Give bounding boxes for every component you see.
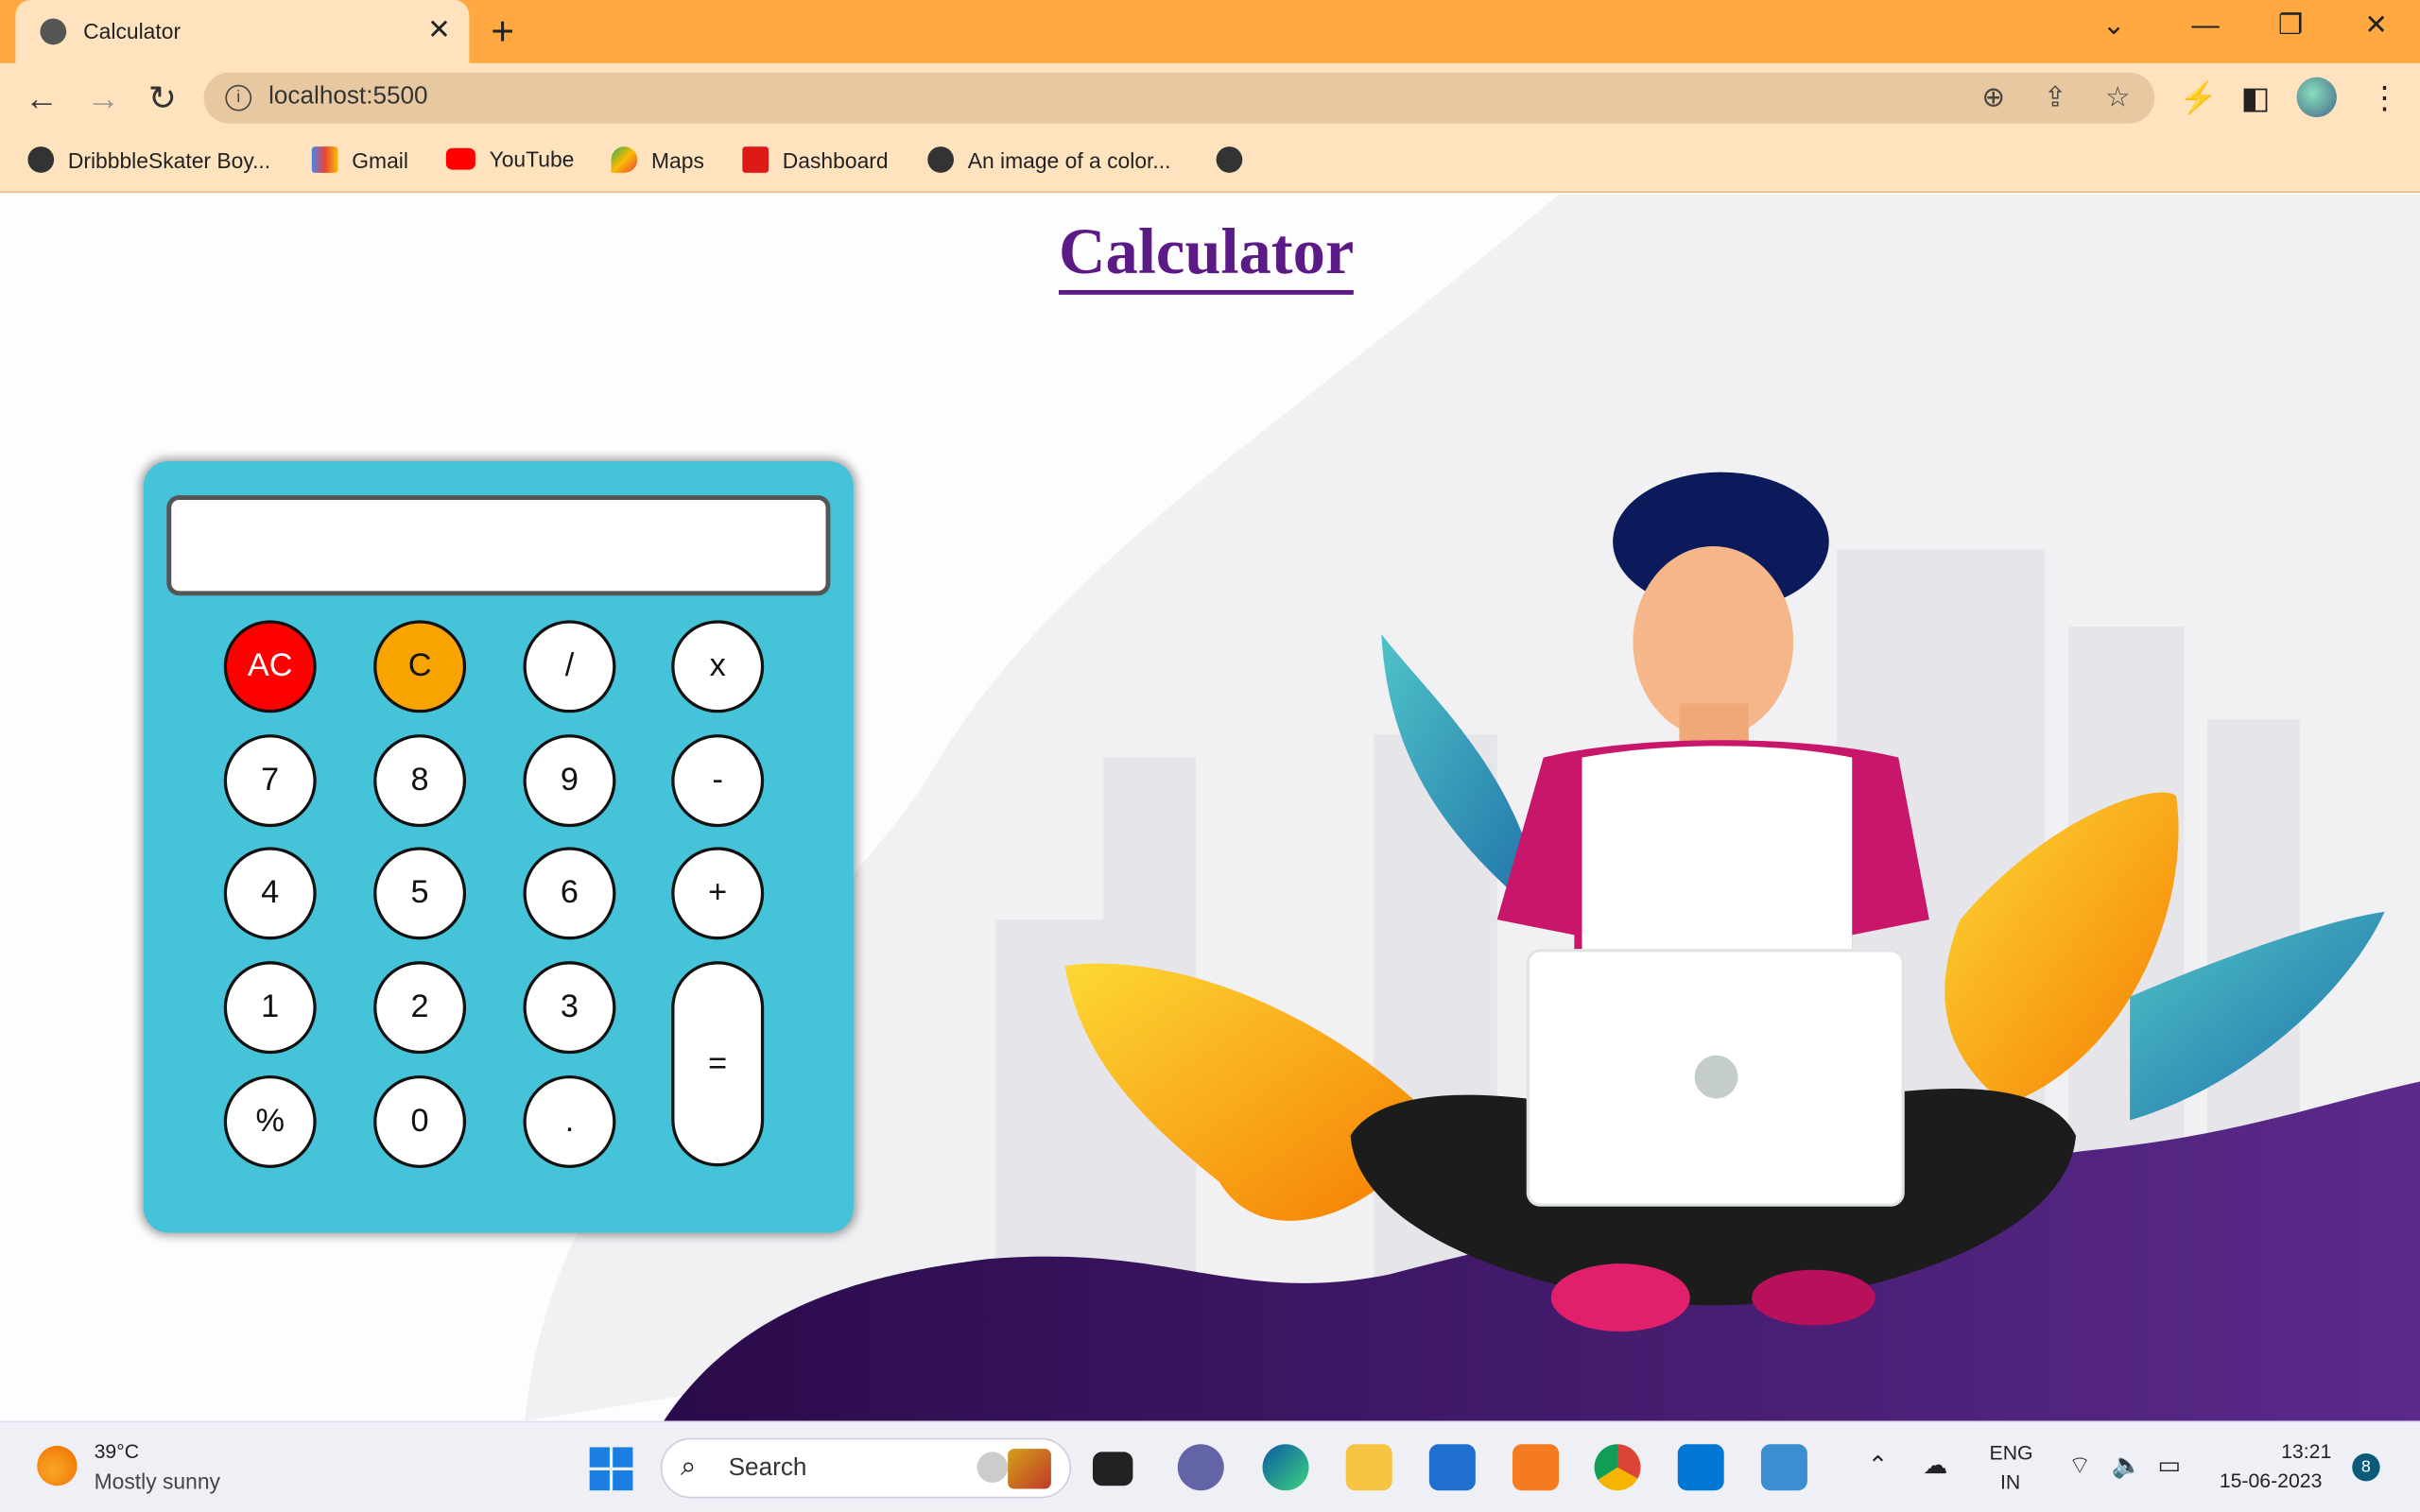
task-view-icon[interactable] (1092, 1452, 1133, 1486)
digit-8-button[interactable]: 8 (373, 734, 467, 828)
person-shoe-left (1550, 1263, 1690, 1332)
volume-icon[interactable]: 🔈 (2112, 1451, 2143, 1482)
bookmark-maps[interactable]: Maps (611, 146, 704, 173)
battery-icon[interactable]: ▭ (2158, 1451, 2182, 1482)
calculator: AC C / x 7 8 9 - 4 5 6 + 1 2 3 = % 0 . (143, 461, 854, 1233)
person-shoe-right (1752, 1269, 1876, 1326)
calculator-display[interactable] (166, 495, 831, 596)
angular-icon (742, 146, 769, 173)
weather-icon[interactable] (37, 1445, 78, 1486)
forward-button[interactable]: → (86, 78, 120, 118)
notepad-icon[interactable] (1760, 1444, 1807, 1491)
digit-5-button[interactable]: 5 (373, 847, 467, 940)
digit-9-button[interactable]: 9 (523, 734, 616, 828)
browser-tab-active[interactable]: Calculator ✕ (15, 0, 470, 63)
globe-icon (927, 146, 955, 173)
gmail-icon (311, 146, 338, 173)
windows-start-icon[interactable] (589, 1447, 633, 1491)
digit-7-button[interactable]: 7 (223, 734, 317, 828)
search-icon: ⌕ (681, 1450, 697, 1482)
language-line-1[interactable]: ENG (1990, 1441, 2033, 1464)
zoom-icon[interactable]: ⊕ (1981, 82, 2005, 114)
clear-button[interactable]: C (373, 620, 467, 713)
globe-icon (1216, 146, 1243, 173)
digit-6-button[interactable]: 6 (523, 847, 616, 940)
weather-temp: 39°C (94, 1439, 140, 1463)
maps-icon (611, 146, 638, 173)
percent-button[interactable]: % (223, 1074, 317, 1168)
close-tab-icon[interactable]: ✕ (427, 14, 451, 46)
weather-description: Mostly sunny (94, 1469, 220, 1494)
globe-icon (40, 18, 67, 45)
laptop-logo (1694, 1055, 1738, 1099)
file-explorer-icon[interactable] (1345, 1444, 1392, 1491)
notification-badge[interactable]: 8 (2352, 1453, 2380, 1482)
bookmark-gmail[interactable]: Gmail (311, 146, 408, 173)
extension-icon[interactable]: ⚡ (2179, 78, 2218, 117)
clock-time[interactable]: 13:21 (2281, 1439, 2331, 1462)
restore-button[interactable]: ❐ (2278, 9, 2303, 42)
web-page: Calculator AC C / x 7 8 9 - 4 5 6 + 1 2 … (0, 194, 2420, 1421)
site-info-icon[interactable]: i (225, 84, 252, 112)
bookmark-star-icon[interactable]: ☆ (2105, 82, 2130, 114)
microsoft-store-icon[interactable] (1428, 1444, 1476, 1491)
bookmark-dribbble[interactable]: DribbbleSkater Boy... (27, 146, 270, 173)
windows-taskbar: 39°C Mostly sunny ⌕ Search ⌃ ☁ ENG IN ⌔ … (0, 1420, 2420, 1512)
equals-button[interactable]: = (671, 961, 765, 1167)
multiply-button[interactable]: x (671, 620, 765, 713)
page-title: Calculator (1059, 216, 1355, 295)
chrome-browser-icon[interactable] (1594, 1444, 1641, 1491)
taskbar-search-box[interactable]: ⌕ Search (660, 1437, 1072, 1499)
digit-3-button[interactable]: 3 (523, 961, 616, 1055)
plus-button[interactable]: + (671, 847, 765, 940)
address-bar[interactable]: i localhost:5500 ⊕ ⇪ ☆ (203, 72, 2155, 124)
bookmark-dashboard[interactable]: Dashboard (742, 146, 889, 173)
browser-tab-strip: Calculator ✕ + ⌄ — ❐ ✕ (0, 0, 2420, 63)
ac-button[interactable]: AC (223, 620, 317, 713)
tab-title: Calculator (83, 18, 182, 43)
wifi-icon[interactable]: ⌔ (2068, 1451, 2092, 1482)
search-highlight-badge-icon (1008, 1449, 1051, 1489)
onedrive-icon[interactable]: ☁ (1923, 1451, 1947, 1482)
teams-chat-icon[interactable] (1177, 1444, 1224, 1491)
side-panel-icon[interactable]: ◧ (2241, 78, 2271, 117)
xampp-icon[interactable] (1512, 1444, 1560, 1491)
menu-icon[interactable]: ⋮ (2369, 78, 2400, 117)
close-window-button[interactable]: ✕ (2364, 9, 2388, 42)
url-text: localhost:5500 (268, 83, 428, 110)
share-icon[interactable]: ⇪ (2044, 82, 2067, 114)
youtube-icon (445, 147, 475, 170)
bookmark-extra[interactable] (1216, 146, 1243, 173)
digit-2-button[interactable]: 2 (373, 961, 467, 1055)
bookmark-youtube[interactable]: YouTube (445, 146, 574, 171)
back-button[interactable]: ← (25, 78, 59, 118)
clock-date[interactable]: 15-06-2023 (2220, 1469, 2323, 1491)
edge-browser-icon[interactable] (1262, 1444, 1309, 1491)
decimal-button[interactable]: . (523, 1074, 616, 1168)
divide-button[interactable]: / (523, 620, 616, 713)
vscode-icon[interactable] (1677, 1444, 1724, 1491)
browser-toolbar: ← → ↻ i localhost:5500 ⊕ ⇪ ☆ ⚡ ◧ ⋮ (0, 62, 2420, 131)
bookmarks-bar: DribbbleSkater Boy... Gmail YouTube Maps… (0, 130, 2420, 194)
new-tab-button[interactable]: + (491, 8, 514, 56)
search-label: Search (728, 1454, 807, 1482)
digit-1-button[interactable]: 1 (223, 961, 317, 1055)
search-highlight-icon (977, 1452, 1009, 1484)
bookmark-color-image[interactable]: An image of a color... (927, 146, 1170, 173)
show-hidden-icons-chevron-icon[interactable]: ⌃ (1868, 1451, 1889, 1482)
digit-4-button[interactable]: 4 (223, 847, 317, 940)
globe-icon (27, 146, 55, 173)
reload-button[interactable]: ↻ (148, 78, 177, 118)
tab-search-icon[interactable]: ⌄ (2102, 9, 2126, 42)
digit-0-button[interactable]: 0 (373, 1074, 467, 1168)
minus-button[interactable]: - (671, 734, 765, 828)
minimize-button[interactable]: — (2191, 9, 2219, 42)
profile-avatar[interactable] (2296, 77, 2337, 118)
language-line-2[interactable]: IN (2000, 1470, 2020, 1493)
